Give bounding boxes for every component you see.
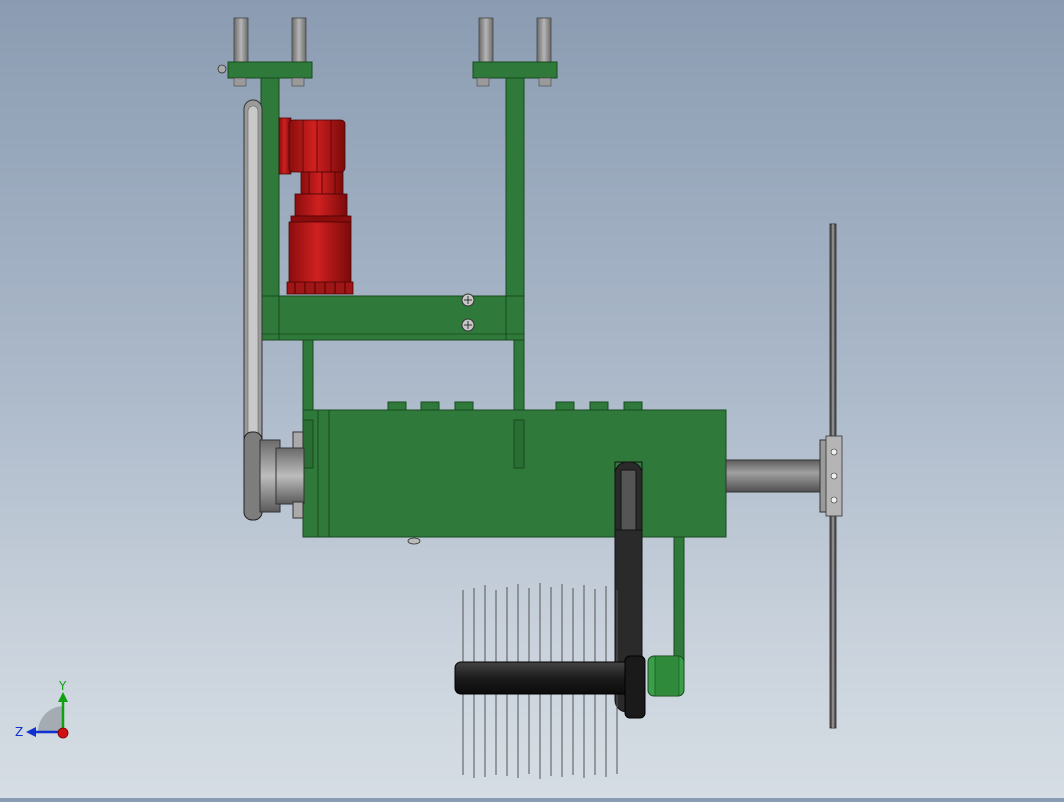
triad-plane-icon — [38, 706, 64, 732]
cross-beam — [260, 293, 525, 341]
cad-viewport[interactable]: Y Z — [0, 0, 1064, 798]
cutting-disc — [825, 223, 843, 729]
x-axis-origin-icon — [57, 727, 69, 739]
gear-motor — [278, 117, 354, 295]
coordinate-triad: Y Z — [15, 679, 69, 739]
cad-model-view: Y Z — [15, 17, 843, 779]
y-axis-label: Y — [58, 679, 67, 693]
right-top-mount — [472, 17, 558, 87]
main-housing — [302, 401, 727, 545]
left-top-mount — [217, 17, 313, 87]
spiked-roller — [454, 583, 685, 779]
z-axis-label: Z — [15, 725, 23, 739]
output-shaft — [725, 439, 839, 513]
